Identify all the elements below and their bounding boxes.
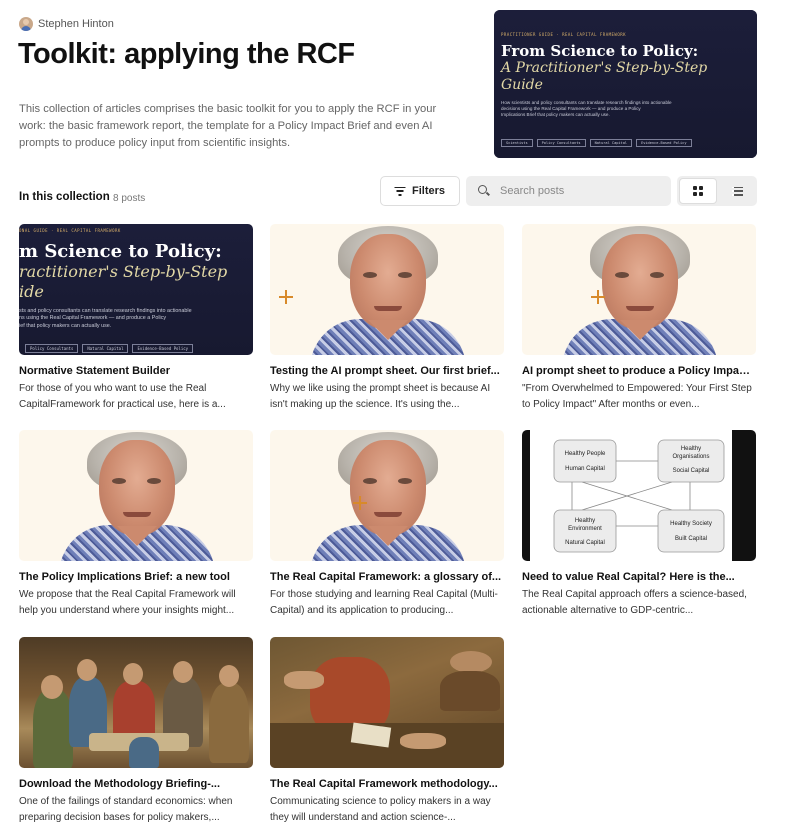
post-thumbnail[interactable]: ONAL GUIDE · REAL CAPITAL FRAMEWORK m Sc…	[19, 224, 253, 355]
cover-tag: Natural Capital	[82, 344, 129, 353]
cover-tags: Policy Consultants Natural Capital Evide…	[25, 344, 194, 353]
post-thumbnail[interactable]	[270, 224, 504, 355]
post-excerpt: We propose that the Real Capital Framewo…	[19, 589, 236, 616]
post-title[interactable]: The Policy Implications Brief: a new too…	[19, 571, 253, 583]
capital-diagram: Healthy People Human Capital Healthy Org…	[530, 430, 732, 561]
cover-tag: Natural Capital	[589, 139, 633, 147]
diagram-node-label: Natural Capital	[565, 540, 605, 546]
post-excerpt: "From Overwhelmed to Empowered: Your Fir…	[522, 383, 752, 410]
search-box[interactable]	[466, 176, 671, 206]
post-card[interactable]: The Real Capital Framework methodology..…	[270, 637, 504, 825]
post-excerpt: Communicating science to policy makers i…	[270, 796, 491, 823]
filters-button[interactable]: Filters	[380, 176, 460, 206]
author-name[interactable]: Stephen Hinton	[38, 18, 114, 30]
search-input[interactable]	[500, 185, 660, 197]
diagram-node-label: Organisations	[672, 454, 709, 460]
author-byline[interactable]: Stephen Hinton	[19, 17, 114, 31]
cover-tag: Evidence-Based Policy	[636, 139, 692, 147]
diagram-node-label: Environment	[568, 526, 602, 532]
post-excerpt: For those of you who want to use the Rea…	[19, 383, 226, 410]
cover-tag: Scientists	[501, 139, 533, 147]
collection-label: In this collection	[19, 191, 110, 203]
list-icon	[731, 186, 743, 196]
post-title[interactable]: The Real Capital Framework methodology..…	[270, 778, 504, 790]
diagram-node	[657, 509, 725, 553]
cover-subheadline: ractitioner's Step-by-Step ide	[19, 262, 228, 301]
list-view-button[interactable]	[719, 178, 755, 204]
cover-body: How scientists and policy consultants ca…	[501, 100, 672, 118]
post-thumbnail[interactable]	[19, 637, 253, 768]
page-title: Toolkit: applying the RCF	[18, 38, 355, 70]
post-title[interactable]: Normative Statement Builder	[19, 365, 253, 377]
grid-icon	[693, 186, 703, 196]
cover-eyebrow: PRACTITIONER GUIDE · REAL CAPITAL FRAMEW…	[501, 32, 627, 37]
post-title[interactable]: Download the Methodology Briefing-...	[19, 778, 253, 790]
author-avatar[interactable]	[19, 17, 33, 31]
cover-subheadline: A Practitioner's Step-by-Step Guide	[501, 60, 708, 93]
post-excerpt: For those studying and learning Real Cap…	[270, 589, 498, 616]
post-card[interactable]: The Policy Implications Brief: a new too…	[19, 430, 253, 618]
post-thumbnail[interactable]	[522, 224, 756, 355]
cover-tag: Policy Consultants	[536, 139, 586, 147]
post-thumbnail[interactable]	[19, 430, 253, 561]
cover-body: sts and policy consultants can translate…	[19, 308, 192, 329]
cover-eyebrow: ONAL GUIDE · REAL CAPITAL FRAMEWORK	[19, 228, 121, 233]
post-title[interactable]: AI prompt sheet to produce a Policy Impa…	[522, 365, 756, 377]
diagram-node-label: Human Capital	[565, 466, 605, 472]
post-card[interactable]: AI prompt sheet to produce a Policy Impa…	[522, 224, 756, 412]
diagram-node-label: Healthy	[575, 518, 595, 524]
post-card[interactable]: Testing the AI prompt sheet. Our first b…	[270, 224, 504, 412]
cover-tag: Policy Consultants	[25, 344, 79, 353]
post-excerpt: Why we like using the prompt sheet is be…	[270, 383, 491, 410]
diagram-node	[553, 439, 617, 483]
diagram-node-label: Healthy Society	[670, 521, 712, 527]
post-excerpt: The Real Capital approach offers a scien…	[522, 589, 747, 616]
post-title[interactable]: The Real Capital Framework: a glossary o…	[270, 571, 504, 583]
post-card[interactable]: The Real Capital Framework: a glossary o…	[270, 430, 504, 618]
search-icon	[478, 185, 490, 197]
cover-tag: Evidence-Based Policy	[132, 344, 194, 353]
post-thumbnail[interactable]: Healthy People Human Capital Healthy Org…	[522, 430, 756, 561]
diagram-node-label: Healthy	[681, 446, 701, 452]
post-excerpt: One of the failings of standard economic…	[19, 796, 233, 823]
post-title[interactable]: Need to value Real Capital? Here is the.…	[522, 571, 756, 583]
post-title[interactable]: Testing the AI prompt sheet. Our first b…	[270, 365, 504, 377]
collection-description: This collection of articles comprises th…	[19, 103, 437, 149]
grid-view-button[interactable]	[679, 178, 717, 204]
post-card[interactable]: Healthy People Human Capital Healthy Org…	[522, 430, 756, 618]
filters-label: Filters	[411, 185, 445, 197]
cover-tags: Scientists Policy Consultants Natural Ca…	[501, 139, 692, 147]
diagram-node-label: Social Capital	[673, 468, 710, 474]
cover-headline: From Science to Policy:	[501, 42, 699, 60]
collection-post-count: 8 posts	[113, 193, 146, 204]
diagram-node-label: Built Capital	[675, 536, 707, 542]
post-card[interactable]: ONAL GUIDE · REAL CAPITAL FRAMEWORK m Sc…	[19, 224, 253, 412]
collection-cover-image: PRACTITIONER GUIDE · REAL CAPITAL FRAMEW…	[494, 10, 757, 158]
post-thumbnail[interactable]	[270, 430, 504, 561]
post-card[interactable]: Download the Methodology Briefing-... On…	[19, 637, 253, 825]
view-toggle	[677, 176, 757, 206]
diagram-node-label: Healthy People	[565, 451, 606, 457]
post-thumbnail[interactable]	[270, 637, 504, 768]
filter-icon	[394, 186, 406, 196]
cover-headline: m Science to Policy:	[19, 241, 222, 262]
